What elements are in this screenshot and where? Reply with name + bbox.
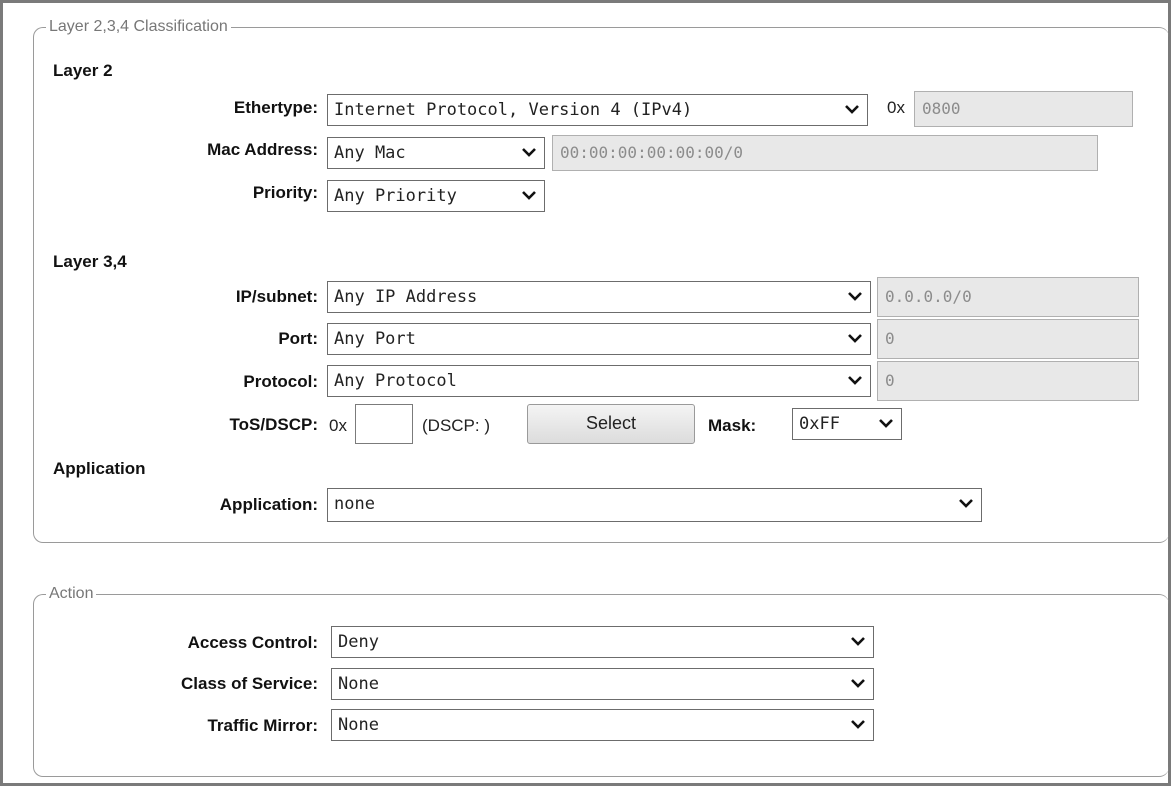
- chevron-down-icon: [845, 105, 859, 114]
- class-of-service-select-value: None: [338, 674, 379, 694]
- access-control-label: Access Control:: [187, 633, 318, 652]
- chevron-down-icon: [848, 292, 862, 301]
- chevron-down-icon: [879, 419, 893, 428]
- chevron-down-icon: [851, 720, 865, 729]
- mask-label: Mask:: [708, 416, 757, 435]
- ip-subnet-label: IP/subnet:: [235, 287, 318, 306]
- application-title: Application: [53, 459, 146, 478]
- class-of-service-select[interactable]: None: [331, 668, 874, 700]
- mac-address-select[interactable]: Any Mac: [327, 137, 545, 169]
- tos-dscp-label: ToS/DSCP:: [229, 415, 318, 434]
- chevron-down-icon: [959, 499, 973, 508]
- tos-input[interactable]: [355, 404, 413, 444]
- protocol-select[interactable]: Any Protocol: [327, 365, 871, 397]
- mask-select-value: 0xFF: [799, 414, 840, 434]
- protocol-select-value: Any Protocol: [334, 371, 457, 391]
- application-label: Application:: [219, 495, 318, 514]
- tos-hex-prefix: 0x: [329, 416, 347, 435]
- ethertype-hex-prefix: 0x: [887, 98, 905, 117]
- class-of-service-label: Class of Service:: [180, 674, 318, 693]
- chevron-down-icon: [851, 679, 865, 688]
- application-select[interactable]: none: [327, 488, 982, 522]
- chevron-down-icon: [848, 376, 862, 385]
- priority-select[interactable]: Any Priority: [327, 180, 545, 212]
- ethertype-hex-field[interactable]: 0800: [914, 91, 1133, 127]
- chevron-down-icon: [851, 637, 865, 646]
- layer34-title: Layer 3,4: [53, 252, 127, 271]
- mac-address-select-value: Any Mac: [334, 143, 406, 163]
- application-select-value: none: [334, 494, 375, 514]
- priority-label: Priority:: [252, 183, 318, 202]
- mask-select[interactable]: 0xFF: [792, 408, 902, 440]
- ethertype-label: Ethertype:: [233, 98, 318, 117]
- form-frame: Layer 2,3,4 Classification Layer 2 Ether…: [0, 0, 1171, 786]
- protocol-label: Protocol:: [243, 372, 318, 391]
- traffic-mirror-label: Traffic Mirror:: [207, 716, 318, 735]
- ethertype-select-value: Internet Protocol, Version 4 (IPv4): [334, 100, 693, 120]
- ip-subnet-field[interactable]: 0.0.0.0/0: [877, 277, 1139, 317]
- protocol-field[interactable]: 0: [877, 361, 1139, 401]
- ethertype-select[interactable]: Internet Protocol, Version 4 (IPv4): [327, 94, 868, 126]
- access-control-select[interactable]: Deny: [331, 626, 874, 658]
- chevron-down-icon: [522, 191, 536, 200]
- chevron-down-icon: [522, 148, 536, 157]
- layer2-title: Layer 2: [53, 61, 113, 80]
- ip-subnet-select-value: Any IP Address: [334, 287, 478, 307]
- traffic-mirror-select-value: None: [338, 715, 379, 735]
- mac-address-field[interactable]: 00:00:00:00:00:00/0: [552, 135, 1098, 171]
- chevron-down-icon: [848, 334, 862, 343]
- port-field[interactable]: 0: [877, 319, 1139, 359]
- select-dscp-button[interactable]: Select: [527, 404, 695, 444]
- port-label: Port:: [278, 329, 318, 348]
- priority-select-value: Any Priority: [334, 186, 457, 206]
- mac-address-label: Mac Address:: [207, 140, 318, 159]
- ip-subnet-select[interactable]: Any IP Address: [327, 281, 871, 313]
- port-select[interactable]: Any Port: [327, 323, 871, 355]
- dscp-text: (DSCP: ): [422, 416, 490, 435]
- port-select-value: Any Port: [334, 329, 416, 349]
- traffic-mirror-select[interactable]: None: [331, 709, 874, 741]
- classification-legend: Layer 2,3,4 Classification: [49, 18, 228, 35]
- access-control-select-value: Deny: [338, 632, 379, 652]
- action-legend: Action: [49, 585, 94, 602]
